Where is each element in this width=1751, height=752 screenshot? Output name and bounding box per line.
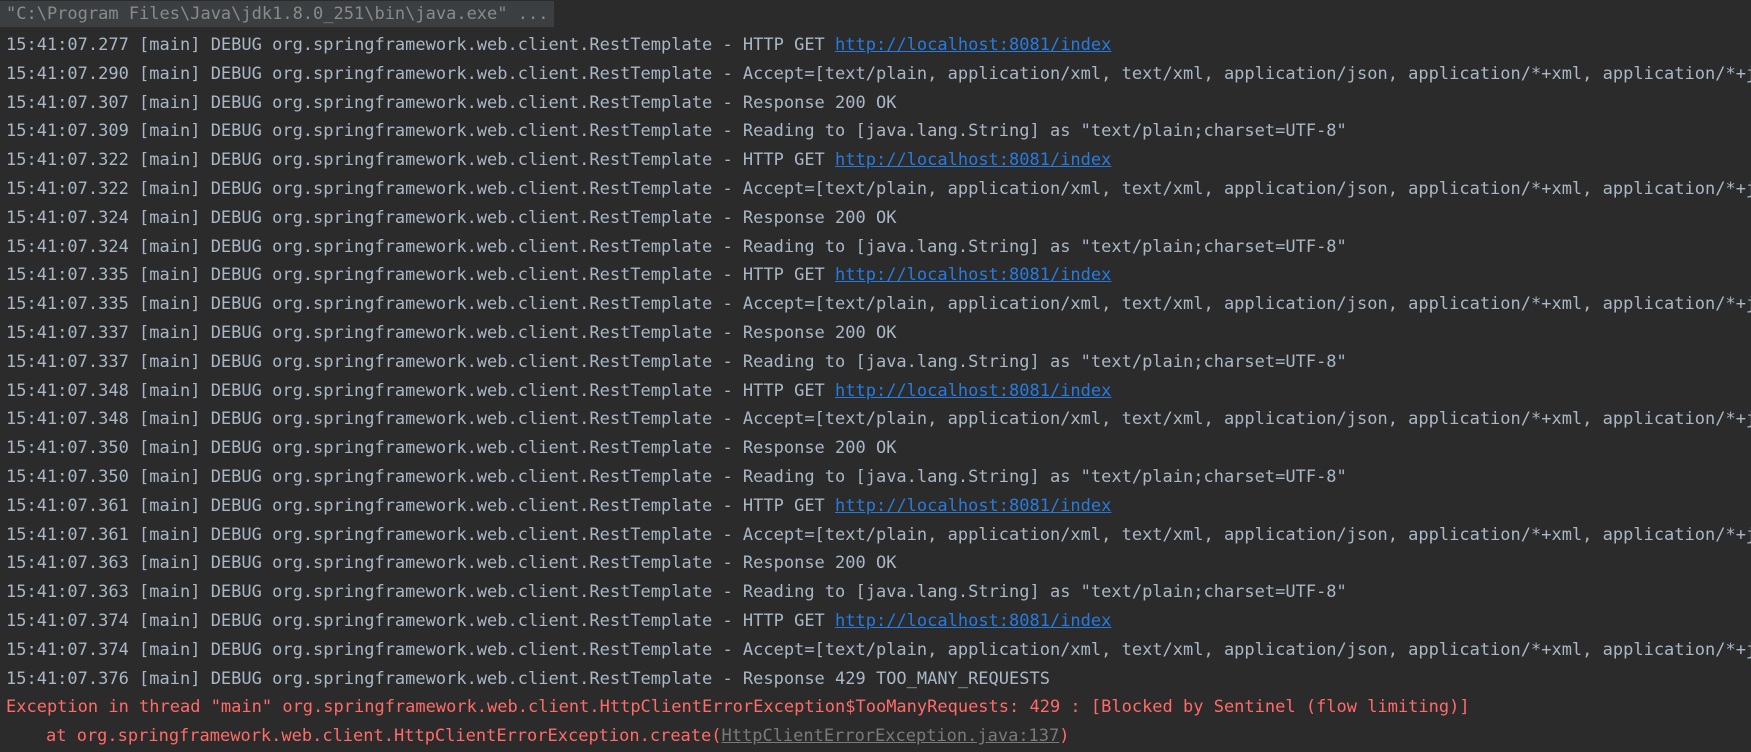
log-line: 15:41:07.337 [main] DEBUG org.springfram… bbox=[6, 348, 1751, 377]
stack-trace-line: at org.springframework.web.client.HttpCl… bbox=[6, 722, 1751, 751]
log-line: 15:41:07.363 [main] DEBUG org.springfram… bbox=[6, 578, 1751, 607]
log-text: 15:41:07.322 [main] DEBUG org.springfram… bbox=[6, 178, 1751, 199]
log-text: 15:41:07.337 [main] DEBUG org.springfram… bbox=[6, 322, 897, 343]
log-line: 15:41:07.350 [main] DEBUG org.springfram… bbox=[6, 463, 1751, 492]
log-line: 15:41:07.324 [main] DEBUG org.springfram… bbox=[6, 204, 1751, 233]
log-text: 15:41:07.290 [main] DEBUG org.springfram… bbox=[6, 63, 1751, 84]
run-command-line[interactable]: "C:\Program Files\Java\jdk1.8.0_251\bin\… bbox=[0, 1, 555, 27]
log-text: 15:41:07.361 [main] DEBUG org.springfram… bbox=[6, 495, 836, 516]
log-line: 15:41:07.374 [main] DEBUG org.springfram… bbox=[6, 636, 1751, 665]
log-line: 15:41:07.337 [main] DEBUG org.springfram… bbox=[6, 319, 1751, 348]
log-line: 15:41:07.322 [main] DEBUG org.springfram… bbox=[6, 175, 1751, 204]
console-log-area: 15:41:07.277 [main] DEBUG org.springfram… bbox=[6, 31, 1751, 751]
log-text: 15:41:07.335 [main] DEBUG org.springfram… bbox=[6, 265, 836, 286]
log-text: 15:41:07.374 [main] DEBUG org.springfram… bbox=[6, 639, 1751, 660]
log-url-link[interactable]: http://localhost:8081/index bbox=[835, 611, 1111, 631]
log-text: 15:41:07.348 [main] DEBUG org.springfram… bbox=[6, 409, 1751, 430]
log-text: 15:41:07.348 [main] DEBUG org.springfram… bbox=[6, 380, 836, 401]
log-text: 15:41:07.376 [main] DEBUG org.springfram… bbox=[6, 668, 1050, 689]
log-line: 15:41:07.363 [main] DEBUG org.springfram… bbox=[6, 549, 1751, 578]
stack-trace-source-link[interactable]: HttpClientErrorException.java:137 bbox=[722, 726, 1060, 746]
log-text: 15:41:07.277 [main] DEBUG org.springfram… bbox=[6, 35, 836, 55]
log-url-link[interactable]: http://localhost:8081/index bbox=[835, 35, 1111, 55]
log-text: 15:41:07.309 [main] DEBUG org.springfram… bbox=[6, 121, 1347, 142]
log-text: 15:41:07.337 [main] DEBUG org.springfram… bbox=[6, 351, 1347, 372]
log-line: 15:41:07.348 [main] DEBUG org.springfram… bbox=[6, 405, 1751, 434]
run-console[interactable]: "C:\Program Files\Java\jdk1.8.0_251\bin\… bbox=[0, 0, 1751, 752]
stack-trace-close-paren: ) bbox=[1059, 726, 1070, 747]
log-line: 15:41:07.324 [main] DEBUG org.springfram… bbox=[6, 233, 1751, 262]
log-text: 15:41:07.350 [main] DEBUG org.springfram… bbox=[6, 466, 1347, 487]
log-line: 15:41:07.335 [main] DEBUG org.springfram… bbox=[6, 290, 1751, 319]
log-text: 15:41:07.374 [main] DEBUG org.springfram… bbox=[6, 610, 836, 631]
log-url-link[interactable]: http://localhost:8081/index bbox=[835, 265, 1111, 285]
log-text: 15:41:07.324 [main] DEBUG org.springfram… bbox=[6, 207, 897, 228]
stack-trace-text: at org.springframework.web.client.HttpCl… bbox=[46, 726, 722, 747]
log-text: 15:41:07.335 [main] DEBUG org.springfram… bbox=[6, 294, 1751, 315]
log-text: 15:41:07.363 [main] DEBUG org.springfram… bbox=[6, 582, 1347, 603]
log-line: 15:41:07.376 [main] DEBUG org.springfram… bbox=[6, 665, 1751, 694]
log-line: 15:41:07.361 [main] DEBUG org.springfram… bbox=[6, 521, 1751, 550]
log-line: 15:41:07.374 [main] DEBUG org.springfram… bbox=[6, 607, 1751, 636]
log-text: 15:41:07.363 [main] DEBUG org.springfram… bbox=[6, 553, 897, 574]
log-line: 15:41:07.307 [main] DEBUG org.springfram… bbox=[6, 89, 1751, 118]
exception-message: Exception in thread "main" org.springfra… bbox=[6, 697, 1470, 718]
log-url-link[interactable]: http://localhost:8081/index bbox=[835, 496, 1111, 516]
log-line: 15:41:07.350 [main] DEBUG org.springfram… bbox=[6, 434, 1751, 463]
log-url-link[interactable]: http://localhost:8081/index bbox=[835, 150, 1111, 170]
log-text: 15:41:07.361 [main] DEBUG org.springfram… bbox=[6, 524, 1751, 545]
log-line: 15:41:07.322 [main] DEBUG org.springfram… bbox=[6, 146, 1751, 175]
log-text: 15:41:07.307 [main] DEBUG org.springfram… bbox=[6, 92, 897, 113]
log-text: 15:41:07.322 [main] DEBUG org.springfram… bbox=[6, 150, 836, 171]
log-url-link[interactable]: http://localhost:8081/index bbox=[835, 381, 1111, 401]
log-line: 15:41:07.335 [main] DEBUG org.springfram… bbox=[6, 261, 1751, 290]
log-line: 15:41:07.277 [main] DEBUG org.springfram… bbox=[6, 31, 1751, 60]
log-text: 15:41:07.350 [main] DEBUG org.springfram… bbox=[6, 438, 897, 459]
log-line: 15:41:07.361 [main] DEBUG org.springfram… bbox=[6, 492, 1751, 521]
log-line: 15:41:07.290 [main] DEBUG org.springfram… bbox=[6, 60, 1751, 89]
exception-line: Exception in thread "main" org.springfra… bbox=[6, 693, 1751, 722]
log-line: 15:41:07.348 [main] DEBUG org.springfram… bbox=[6, 377, 1751, 406]
log-line: 15:41:07.309 [main] DEBUG org.springfram… bbox=[6, 117, 1751, 146]
log-text: 15:41:07.324 [main] DEBUG org.springfram… bbox=[6, 236, 1347, 257]
